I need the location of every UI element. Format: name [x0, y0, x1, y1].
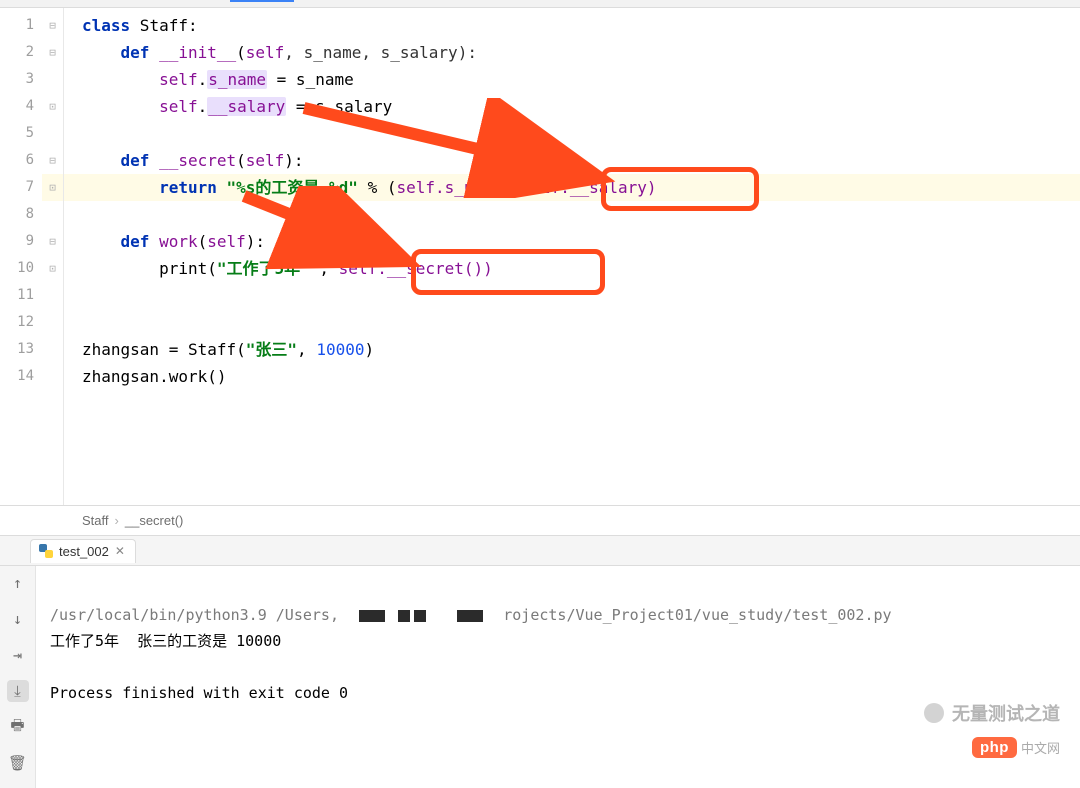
active-tab-underline: [230, 0, 294, 2]
code-line[interactable]: class Staff:: [64, 12, 1080, 39]
code-editor[interactable]: 1 2 3 4 5 6 7 8 9 10 11 12 13 14: [0, 8, 1080, 506]
console-output[interactable]: /usr/local/bin/python3.9 /Users, rojects…: [36, 566, 1080, 788]
code-content[interactable]: class Staff: def __init__(self, s_name, …: [64, 8, 1080, 505]
trash-icon[interactable]: 🗑: [7, 752, 29, 774]
line-number: 4: [0, 93, 42, 120]
fold-spacer: [42, 201, 63, 228]
console-toolbar: ↑ ↓ ⇥ ⤓ 🖶 🗑: [0, 566, 36, 788]
fold-end-icon: [42, 255, 63, 282]
line-number-gutter: 1 2 3 4 5 6 7 8 9 10 11 12 13 14: [0, 8, 42, 505]
line-number: 8: [0, 201, 42, 228]
python-icon: [39, 544, 53, 558]
soft-wrap-icon[interactable]: ⇥: [7, 644, 29, 666]
fold-spacer: [42, 66, 63, 93]
chevron-right-icon: ›: [115, 513, 119, 528]
code-line[interactable]: print("工作了5年 ", self.__secret()): [64, 255, 1080, 282]
close-icon[interactable]: ✕: [115, 544, 125, 558]
line-number: 14: [0, 363, 42, 390]
code-line[interactable]: [64, 282, 1080, 309]
arrow-up-icon[interactable]: ↑: [7, 572, 29, 594]
line-number: 12: [0, 309, 42, 336]
fold-end-icon: [42, 174, 63, 201]
fold-toggle-icon[interactable]: [42, 228, 63, 255]
fold-gutter[interactable]: [42, 8, 64, 505]
breadcrumb[interactable]: Staff › __secret(): [0, 506, 1080, 536]
scroll-to-end-icon[interactable]: ⤓: [7, 680, 29, 702]
console-command-path: /usr/local/bin/python3.9 /Users, rojects…: [50, 606, 892, 624]
code-line[interactable]: self.__salary = s_salary: [64, 93, 1080, 120]
fold-toggle-icon[interactable]: [42, 147, 63, 174]
run-tabs-bar: test_002 ✕: [0, 536, 1080, 566]
console-line: 工作了5年 张三的工资是 10000: [50, 632, 281, 650]
run-tab[interactable]: test_002 ✕: [30, 539, 136, 563]
print-icon[interactable]: 🖶: [7, 716, 29, 738]
fold-spacer: [42, 309, 63, 336]
code-line[interactable]: [64, 120, 1080, 147]
line-number: 13: [0, 336, 42, 363]
line-number: 9: [0, 228, 42, 255]
code-line[interactable]: [64, 309, 1080, 336]
fold-toggle-icon[interactable]: [42, 39, 63, 66]
line-number: 7: [0, 174, 42, 201]
editor-tab-strip[interactable]: [0, 0, 1080, 8]
fold-spacer: [42, 336, 63, 363]
code-line[interactable]: zhangsan.work(): [64, 363, 1080, 390]
breadcrumb-method[interactable]: __secret(): [125, 513, 184, 528]
run-tab-label: test_002: [59, 544, 109, 559]
code-line[interactable]: def __secret(self):: [64, 147, 1080, 174]
line-number: 2: [0, 39, 42, 66]
line-number: 1: [0, 12, 42, 39]
fold-spacer: [42, 282, 63, 309]
breadcrumb-class[interactable]: Staff: [82, 513, 109, 528]
code-line[interactable]: zhangsan = Staff("张三", 10000): [64, 336, 1080, 363]
fold-spacer: [42, 363, 63, 390]
line-number: 3: [0, 66, 42, 93]
code-line[interactable]: self.s_name = s_name: [64, 66, 1080, 93]
code-line[interactable]: [64, 201, 1080, 228]
fold-toggle-icon[interactable]: [42, 12, 63, 39]
line-number: 10: [0, 255, 42, 282]
line-number: 5: [0, 120, 42, 147]
fold-end-icon: [42, 93, 63, 120]
code-line-highlighted[interactable]: return "%s的工资是 %d" % (self.s_name, self.…: [64, 174, 1080, 201]
arrow-down-icon[interactable]: ↓: [7, 608, 29, 630]
line-number: 11: [0, 282, 42, 309]
console-exit-line: Process finished with exit code 0: [50, 684, 348, 702]
line-number: 6: [0, 147, 42, 174]
code-line[interactable]: def __init__(self, s_name, s_salary):: [64, 39, 1080, 66]
fold-spacer: [42, 120, 63, 147]
code-line[interactable]: def work(self):: [64, 228, 1080, 255]
